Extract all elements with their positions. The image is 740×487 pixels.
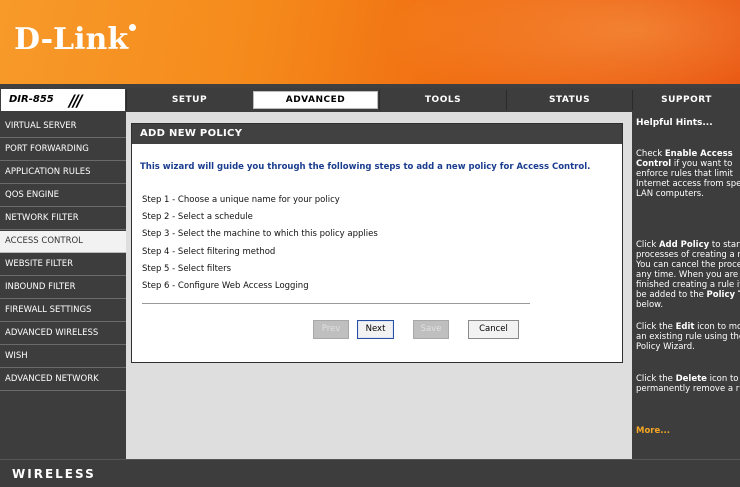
panel-title: ADD NEW POLICY xyxy=(132,124,622,144)
sidebar-item-access-control[interactable]: ACCESS CONTROL xyxy=(0,231,126,253)
footer-brand: WIRELESS xyxy=(12,467,96,481)
main-content: ADD NEW POLICY This wizard will guide yo… xyxy=(126,112,632,459)
helpful-hints: Helpful Hints... Check Enable Access Con… xyxy=(632,112,740,459)
cancel-button[interactable]: Cancel xyxy=(468,320,519,339)
sidebar-item-website-filter[interactable]: WEBSITE FILTER xyxy=(0,254,126,276)
wizard-step: Step 4 - Select filtering method xyxy=(142,247,276,257)
next-button[interactable]: Next xyxy=(357,320,394,339)
footer: WIRELESS xyxy=(0,459,740,487)
sidebar-item-port-forwarding[interactable]: PORT FORWARDING xyxy=(0,139,126,161)
wizard-step: Step 3 - Select the machine to which thi… xyxy=(142,229,378,239)
wizard-step: Step 6 - Configure Web Access Logging xyxy=(142,281,309,291)
wizard-step: Step 1 - Choose a unique name for your p… xyxy=(142,195,340,205)
sidebar: VIRTUAL SERVER PORT FORWARDING APPLICATI… xyxy=(0,112,126,459)
add-policy-panel: ADD NEW POLICY This wizard will guide yo… xyxy=(131,123,623,363)
hints-title: Helpful Hints... xyxy=(636,118,713,128)
tab-status[interactable]: STATUS xyxy=(506,90,632,110)
prev-button[interactable]: Prev xyxy=(313,320,349,339)
dlink-logo: D-Link xyxy=(14,22,137,57)
hint-add-policy: Click Add Policy to start the processes … xyxy=(636,240,740,310)
hint-delete: Click the Delete icon to permanently rem… xyxy=(636,374,740,394)
hint-enable-access: Check Enable Access Control if you want … xyxy=(636,149,740,199)
divider-line xyxy=(142,303,530,304)
model-label: DIR-855 /// xyxy=(0,88,126,112)
wizard-step: Step 2 - Select a schedule xyxy=(142,212,253,222)
sidebar-item-application-rules[interactable]: APPLICATION RULES xyxy=(0,162,126,184)
wizard-step: Step 5 - Select filters xyxy=(142,264,232,274)
top-nav: DIR-855 /// SETUP ADVANCED TOOLS STATUS … xyxy=(0,88,740,112)
sidebar-item-firewall-settings[interactable]: FIREWALL SETTINGS xyxy=(0,300,126,322)
router-admin-page: { "header": { "logo_text": "D-Link" }, "… xyxy=(0,0,740,487)
tab-tools[interactable]: TOOLS xyxy=(379,90,506,110)
sidebar-item-advanced-network[interactable]: ADVANCED NETWORK xyxy=(0,369,126,391)
sidebar-item-network-filter[interactable]: NETWORK FILTER xyxy=(0,208,126,230)
hint-edit: Click the Edit icon to modify an existin… xyxy=(636,322,740,352)
sidebar-item-wish[interactable]: WISH xyxy=(0,346,126,368)
sidebar-item-qos-engine[interactable]: QOS ENGINE xyxy=(0,185,126,207)
wizard-intro: This wizard will guide you through the f… xyxy=(140,162,591,172)
sidebar-item-virtual-server[interactable]: VIRTUAL SERVER xyxy=(0,116,126,138)
sidebar-item-advanced-wireless[interactable]: ADVANCED WIRELESS xyxy=(0,323,126,345)
more-link[interactable]: More... xyxy=(636,426,670,436)
save-button[interactable]: Save xyxy=(413,320,449,339)
tab-advanced[interactable]: ADVANCED xyxy=(253,91,378,109)
sidebar-item-inbound-filter[interactable]: INBOUND FILTER xyxy=(0,277,126,299)
header-banner: D-Link xyxy=(0,0,740,84)
tab-support[interactable]: SUPPORT xyxy=(632,90,740,110)
header-swoosh xyxy=(380,0,740,84)
tab-setup[interactable]: SETUP xyxy=(126,90,252,110)
